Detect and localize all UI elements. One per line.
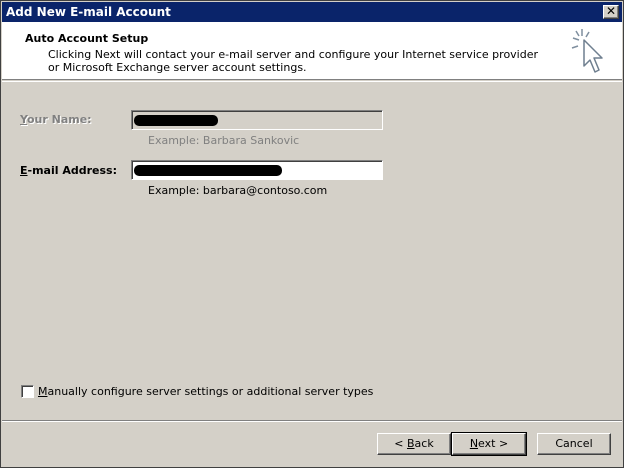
next-button[interactable]: Next >	[451, 432, 527, 456]
window-title: Add New E-mail Account	[6, 5, 171, 19]
cancel-button[interactable]: Cancel	[537, 433, 611, 455]
email-address-field[interactable]	[131, 160, 383, 180]
email-address-label: E-mail Address:	[20, 164, 117, 177]
page-title: Auto Account Setup	[25, 32, 149, 45]
wizard-header: Auto Account Setup Clicking Next will co…	[2, 22, 622, 80]
add-email-account-dialog: Add New E-mail Account ✕ Auto Account Se…	[0, 0, 624, 468]
redacted-email-value	[134, 165, 282, 176]
title-bar[interactable]: Add New E-mail Account ✕	[2, 2, 622, 22]
back-button[interactable]: < Back	[377, 433, 451, 455]
your-name-example: Example: Barbara Sankovic	[148, 134, 300, 147]
manual-config-checkbox[interactable]	[21, 385, 34, 398]
close-icon: ✕	[605, 4, 617, 18]
close-button[interactable]: ✕	[603, 5, 619, 19]
page-description: Clicking Next will contact your e-mail s…	[48, 48, 539, 74]
header-separator	[2, 81, 622, 82]
your-name-field[interactable]	[131, 110, 383, 130]
redacted-name-value	[134, 115, 218, 126]
email-address-example: Example: barbara@contoso.com	[148, 184, 328, 197]
button-area-divider	[2, 420, 622, 422]
your-name-label: Your Name:	[20, 113, 92, 126]
manual-config-label[interactable]: Manually configure server settings or ad…	[38, 385, 373, 398]
wizard-cursor-sparkle-icon	[571, 29, 603, 73]
